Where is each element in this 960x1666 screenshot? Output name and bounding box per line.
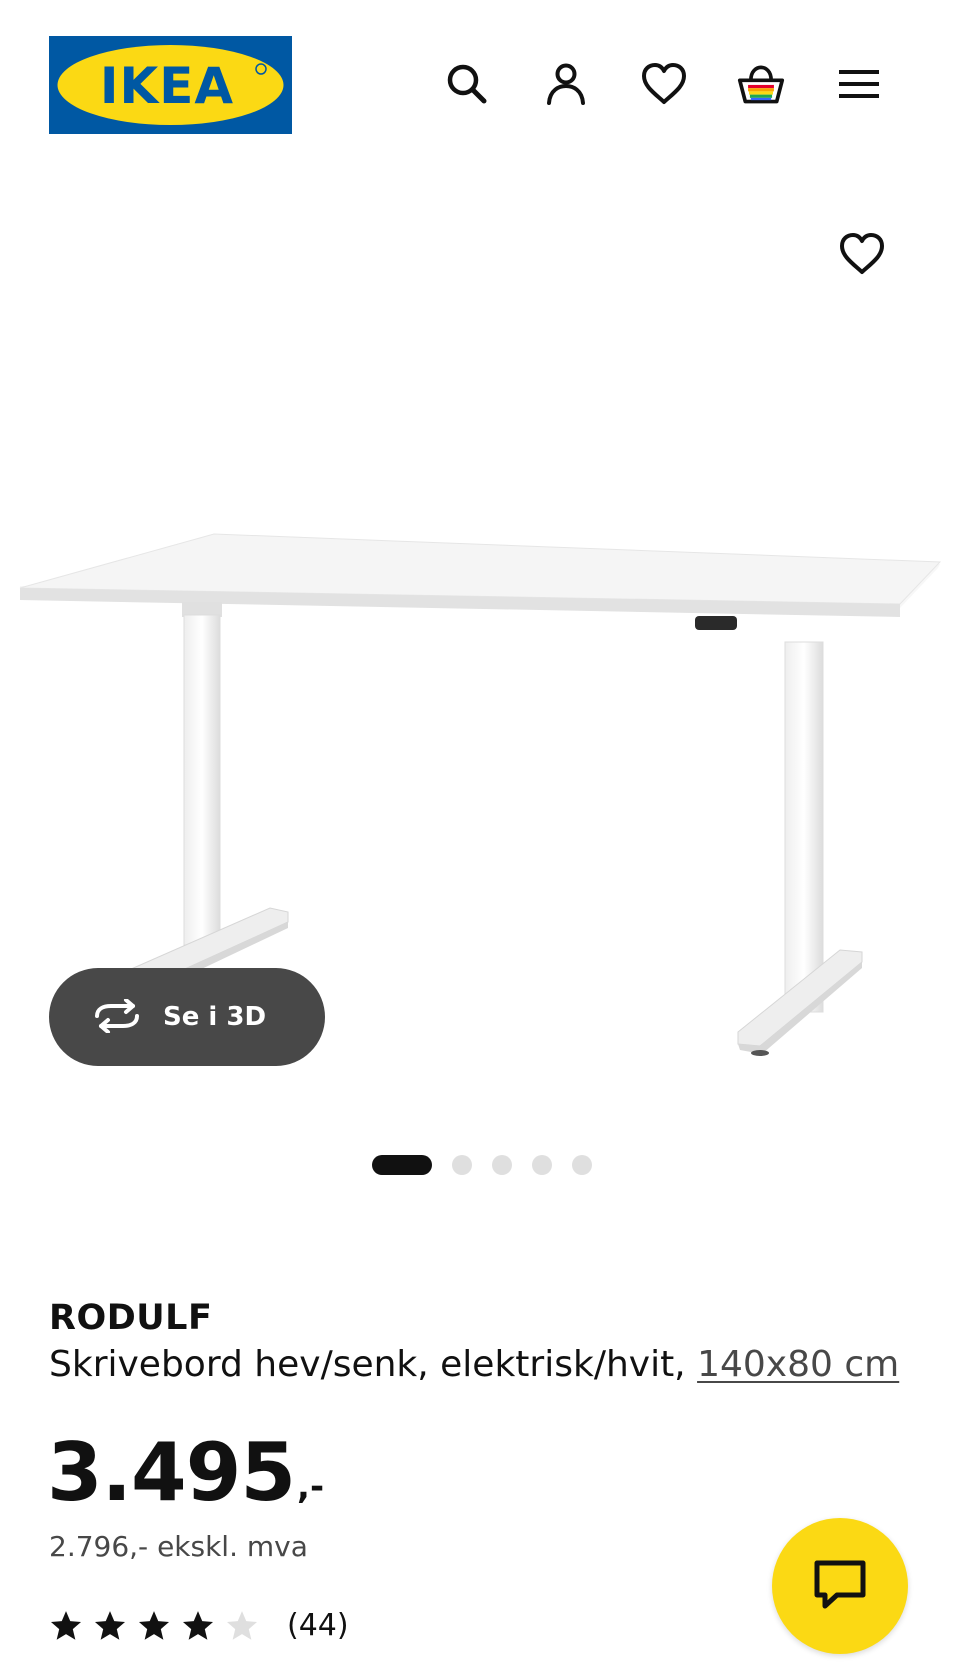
rating-count: (44) <box>287 1608 349 1643</box>
product-rating[interactable]: (44) <box>49 1608 349 1643</box>
add-to-favourites-heart-icon[interactable] <box>838 230 886 278</box>
price-integer: 3.495 <box>47 1426 296 1519</box>
price-excluding-vat: 2.796,- ekskl. mva <box>49 1530 308 1563</box>
hamburger-menu-icon[interactable] <box>835 60 883 108</box>
price-suffix: ,- <box>297 1467 325 1507</box>
pager-dot[interactable] <box>492 1155 512 1175</box>
product-description-text: Skrivebord hev/senk, elektrisk/hvit, <box>49 1344 698 1385</box>
shopping-bag-icon[interactable] <box>737 60 785 108</box>
pager-dot[interactable] <box>452 1155 472 1175</box>
wishlist-heart-icon[interactable] <box>640 60 688 108</box>
product-size-link[interactable]: 140x80 cm <box>697 1344 899 1385</box>
star-empty-icon <box>226 1610 258 1640</box>
pager-dot[interactable] <box>532 1155 552 1175</box>
pager-dot[interactable] <box>572 1155 592 1175</box>
image-carousel-pager <box>372 1154 592 1176</box>
product-description: Skrivebord hev/senk, elektrisk/hvit, 140… <box>49 1344 899 1385</box>
search-icon[interactable] <box>443 60 491 108</box>
ikea-logo[interactable]: IKEA <box>49 36 292 134</box>
site-header: IKEA <box>0 0 960 140</box>
star-filled-icon <box>182 1610 214 1640</box>
pager-dot-active[interactable] <box>372 1155 432 1175</box>
product-price: 3.495 ,- <box>47 1428 324 1518</box>
product-name: RODULF <box>49 1298 213 1338</box>
view-in-3d-label: Se i 3D <box>163 1002 267 1032</box>
rotate-3d-icon <box>91 997 143 1036</box>
logo-text: IKEA <box>100 57 234 115</box>
star-filled-icon <box>138 1610 170 1640</box>
chat-button[interactable] <box>772 1518 908 1654</box>
chat-bubble-icon <box>813 1559 867 1614</box>
view-in-3d-button[interactable]: Se i 3D <box>49 968 325 1066</box>
star-filled-icon <box>94 1610 126 1640</box>
star-filled-icon <box>50 1610 82 1640</box>
account-icon[interactable] <box>542 60 590 108</box>
